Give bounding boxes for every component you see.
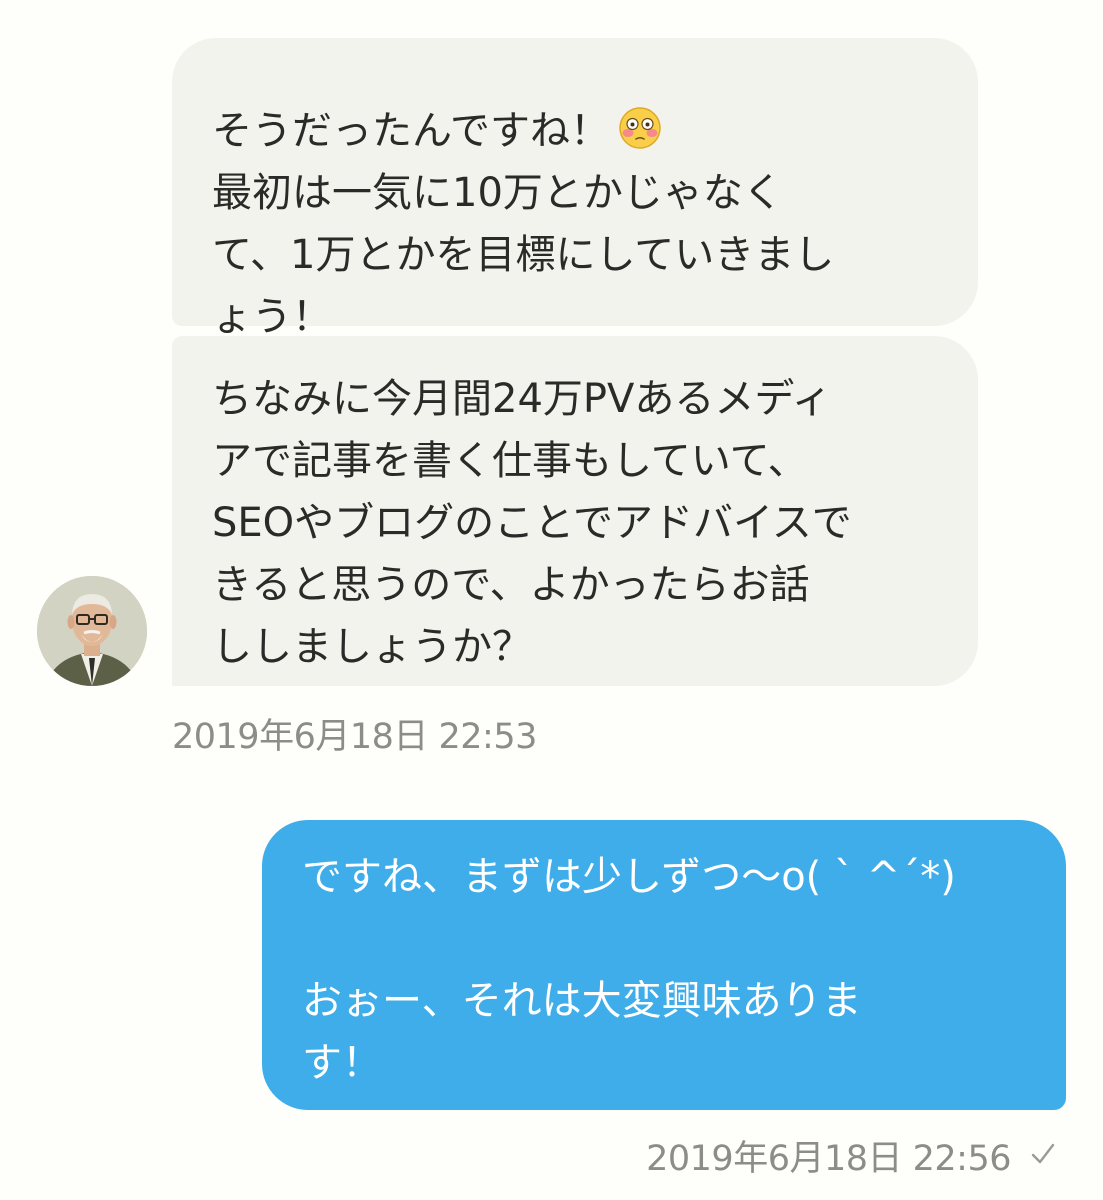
message-text: ちなみに今月間24万PVあるメディ アで記事を書く仕事もしていて、 SEOやブロ… bbox=[212, 376, 852, 670]
message-text: ですね、まずは少しずつ〜o( ˋ ^ˊ*) おぉー、それは大変興味ありま す！ bbox=[302, 854, 956, 1086]
flushed-face-emoji-icon bbox=[619, 107, 661, 149]
sender-avatar[interactable] bbox=[37, 576, 147, 686]
message-text-continued: 最初は一気に10万とかじゃなく て、1万とかを目標にしていきまし ょう！ bbox=[212, 170, 835, 340]
incoming-message-bubble[interactable]: そうだったんですね！ 最初は一気に10万とかじゃなく て、1万とかを目標にしてい… bbox=[172, 38, 978, 340]
message-timestamp: 2019年6月18日 22:56 bbox=[646, 1139, 1011, 1179]
outgoing-message-bubble[interactable]: ですね、まずは少しずつ〜o( ˋ ^ˊ*) おぉー、それは大変興味ありま す！ bbox=[262, 820, 1066, 1110]
incoming-message-bubble[interactable]: ちなみに今月間24万PVあるメディ アで記事を書く仕事もしていて、 SEOやブロ… bbox=[172, 336, 978, 686]
message-timestamp: 2019年6月18日 22:53 bbox=[172, 717, 537, 757]
check-icon bbox=[1031, 1143, 1055, 1164]
elderly-man-portrait-icon bbox=[37, 576, 147, 686]
message-text: そうだったんですね！ bbox=[212, 108, 610, 154]
